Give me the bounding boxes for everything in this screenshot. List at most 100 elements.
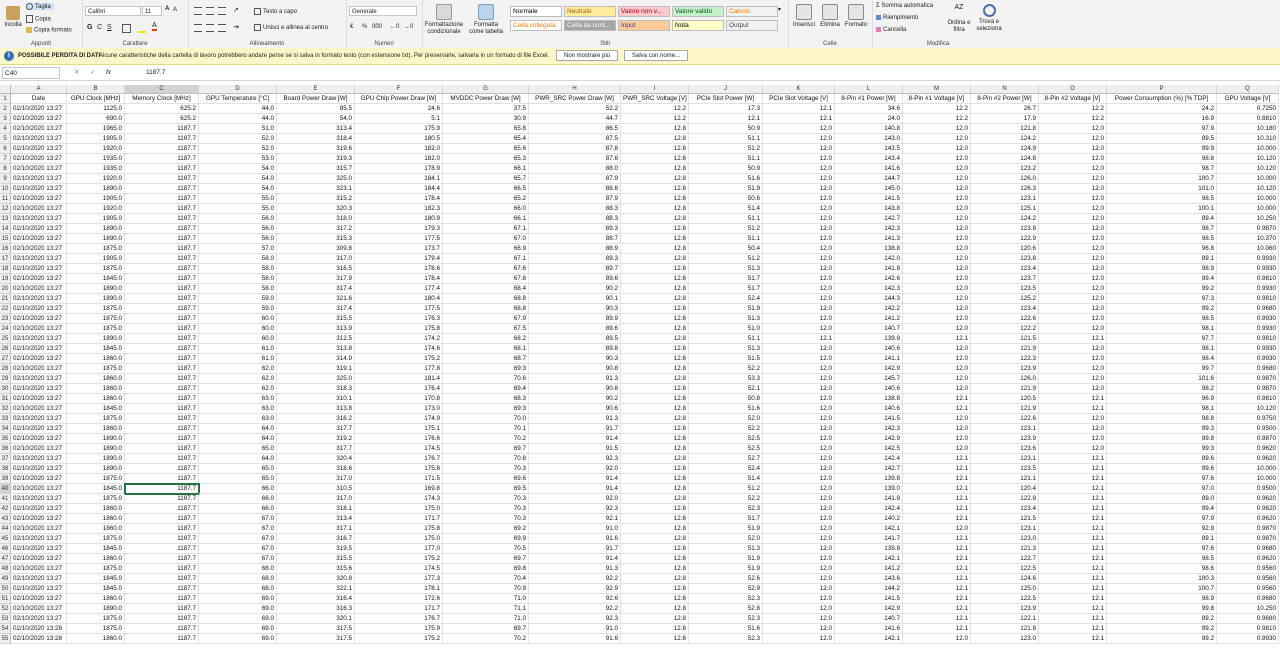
header-cell[interactable]: Memory Clock [MHz]	[125, 94, 199, 104]
cell-style-7[interactable]: Input	[618, 20, 670, 31]
data-cell[interactable]: 51.3	[689, 544, 763, 554]
data-cell[interactable]: 174.5	[355, 564, 443, 574]
data-cell[interactable]: 12.0	[763, 254, 835, 264]
data-cell[interactable]: 90.3	[529, 354, 621, 364]
row-header-36[interactable]: 36	[0, 444, 11, 454]
data-cell[interactable]: 51.6	[689, 174, 763, 184]
data-cell[interactable]: 65.0	[199, 444, 277, 454]
data-cell[interactable]: 51.0	[199, 124, 277, 134]
data-cell[interactable]: 12.0	[763, 324, 835, 334]
data-cell[interactable]: 317.7	[277, 424, 355, 434]
row-header-4[interactable]: 4	[0, 124, 11, 134]
data-cell[interactable]: 142.7	[835, 464, 903, 474]
data-cell[interactable]: 66.0	[199, 494, 277, 504]
data-cell[interactable]: 1187.7	[125, 144, 199, 154]
data-cell[interactable]: 313.9	[277, 324, 355, 334]
header-cell[interactable]: Power Consumption (%) [% TDP]	[1107, 94, 1217, 104]
data-cell[interactable]: 12.8	[621, 594, 689, 604]
data-cell[interactable]: 66.9	[443, 244, 529, 254]
header-cell[interactable]: GPU Chip Power Draw [W]	[355, 94, 443, 104]
data-cell[interactable]: 02/10/2020 13:27	[11, 264, 67, 274]
data-cell[interactable]: 62.0	[199, 384, 277, 394]
data-cell[interactable]: 02/10/2020 13:27	[11, 204, 67, 214]
data-cell[interactable]: 123.9	[971, 604, 1039, 614]
data-cell[interactable]: 12.0	[763, 604, 835, 614]
data-cell[interactable]: 12.0	[1039, 324, 1107, 334]
data-cell[interactable]: 125.0	[971, 584, 1039, 594]
data-cell[interactable]: 12.0	[903, 194, 971, 204]
data-cell[interactable]: 65.8	[443, 124, 529, 134]
data-cell[interactable]: 67.5	[443, 324, 529, 334]
data-cell[interactable]: 68.8	[443, 304, 529, 314]
data-cell[interactable]: 70.2	[443, 434, 529, 444]
data-cell[interactable]: 141.3	[835, 234, 903, 244]
data-cell[interactable]: 12.0	[903, 264, 971, 274]
data-cell[interactable]: 12.1	[763, 334, 835, 344]
data-cell[interactable]: 12.1	[1039, 394, 1107, 404]
data-cell[interactable]: 92.3	[529, 504, 621, 514]
data-cell[interactable]: 12.0	[903, 144, 971, 154]
data-cell[interactable]: 68.0	[199, 574, 277, 584]
data-cell[interactable]: 12.8	[621, 584, 689, 594]
data-cell[interactable]: 91.4	[529, 434, 621, 444]
data-cell[interactable]: 12.0	[763, 124, 835, 134]
data-cell[interactable]: 177.8	[355, 364, 443, 374]
data-cell[interactable]: 1187.7	[125, 524, 199, 534]
data-cell[interactable]: 1125.0	[67, 104, 125, 114]
row-header-50[interactable]: 50	[0, 584, 11, 594]
row-header-12[interactable]: 12	[0, 204, 11, 214]
data-cell[interactable]: 12.0	[903, 314, 971, 324]
data-cell[interactable]: 121.9	[971, 344, 1039, 354]
data-cell[interactable]: 90.2	[529, 284, 621, 294]
data-cell[interactable]: 02/10/2020 13:27	[11, 444, 67, 454]
column-header-D[interactable]: D	[199, 85, 277, 94]
data-cell[interactable]: 1187.7	[125, 494, 199, 504]
data-cell[interactable]: 12.8	[621, 474, 689, 484]
data-cell[interactable]: 88.7	[529, 234, 621, 244]
data-cell[interactable]: 58.0	[199, 254, 277, 264]
data-cell[interactable]: 68.1	[443, 344, 529, 354]
data-cell[interactable]: 65.6	[443, 144, 529, 154]
data-cell[interactable]: 51.7	[689, 284, 763, 294]
data-cell[interactable]: 89.3	[529, 254, 621, 264]
data-cell[interactable]: 65.2	[443, 194, 529, 204]
header-cell[interactable]: PCIe Slot Voltage [V]	[763, 94, 835, 104]
data-cell[interactable]: 02/10/2020 13:27	[11, 374, 67, 384]
data-cell[interactable]: 99.3	[1107, 424, 1217, 434]
data-cell[interactable]: 12.8	[621, 464, 689, 474]
data-cell[interactable]: 51.6	[689, 624, 763, 634]
data-cell[interactable]: 122.9	[971, 494, 1039, 504]
data-cell[interactable]: 51.9	[689, 564, 763, 574]
data-cell[interactable]: 12.0	[1039, 254, 1107, 264]
data-cell[interactable]: 0.9930	[1217, 254, 1279, 264]
data-cell[interactable]: 1187.7	[125, 224, 199, 234]
data-cell[interactable]: 1935.0	[67, 154, 125, 164]
data-cell[interactable]: 12.0	[903, 444, 971, 454]
data-cell[interactable]: 67.0	[443, 234, 529, 244]
data-cell[interactable]: 12.0	[1039, 384, 1107, 394]
dont-show-again-button[interactable]: Non mostrare più	[556, 50, 618, 61]
data-cell[interactable]: 178.4	[355, 194, 443, 204]
data-cell[interactable]: 12.8	[621, 244, 689, 254]
data-cell[interactable]: 325.0	[277, 174, 355, 184]
data-cell[interactable]: 121.9	[971, 384, 1039, 394]
data-cell[interactable]: 02/10/2020 13:27	[11, 394, 67, 404]
delete-button[interactable]: Elimina	[818, 4, 842, 29]
data-cell[interactable]: 52.3	[689, 614, 763, 624]
data-cell[interactable]: 98.1	[1107, 324, 1217, 334]
data-cell[interactable]: 323.1	[277, 184, 355, 194]
data-cell[interactable]: 53.0	[199, 154, 277, 164]
data-cell[interactable]: 12.0	[763, 204, 835, 214]
data-cell[interactable]: 178.6	[355, 264, 443, 274]
data-cell[interactable]: 12.0	[1039, 344, 1107, 354]
data-cell[interactable]: 121.5	[971, 514, 1039, 524]
data-cell[interactable]: 124.9	[971, 144, 1039, 154]
data-cell[interactable]: 175.8	[355, 324, 443, 334]
data-cell[interactable]: 1187.7	[125, 434, 199, 444]
data-cell[interactable]: 12.0	[763, 174, 835, 184]
formula-cancel-icon[interactable]: ✕	[74, 66, 79, 80]
data-cell[interactable]: 1187.7	[125, 174, 199, 184]
data-cell[interactable]: 122.1	[971, 614, 1039, 624]
data-cell[interactable]: 121.5	[971, 334, 1039, 344]
data-cell[interactable]: 99.4	[1107, 504, 1217, 514]
